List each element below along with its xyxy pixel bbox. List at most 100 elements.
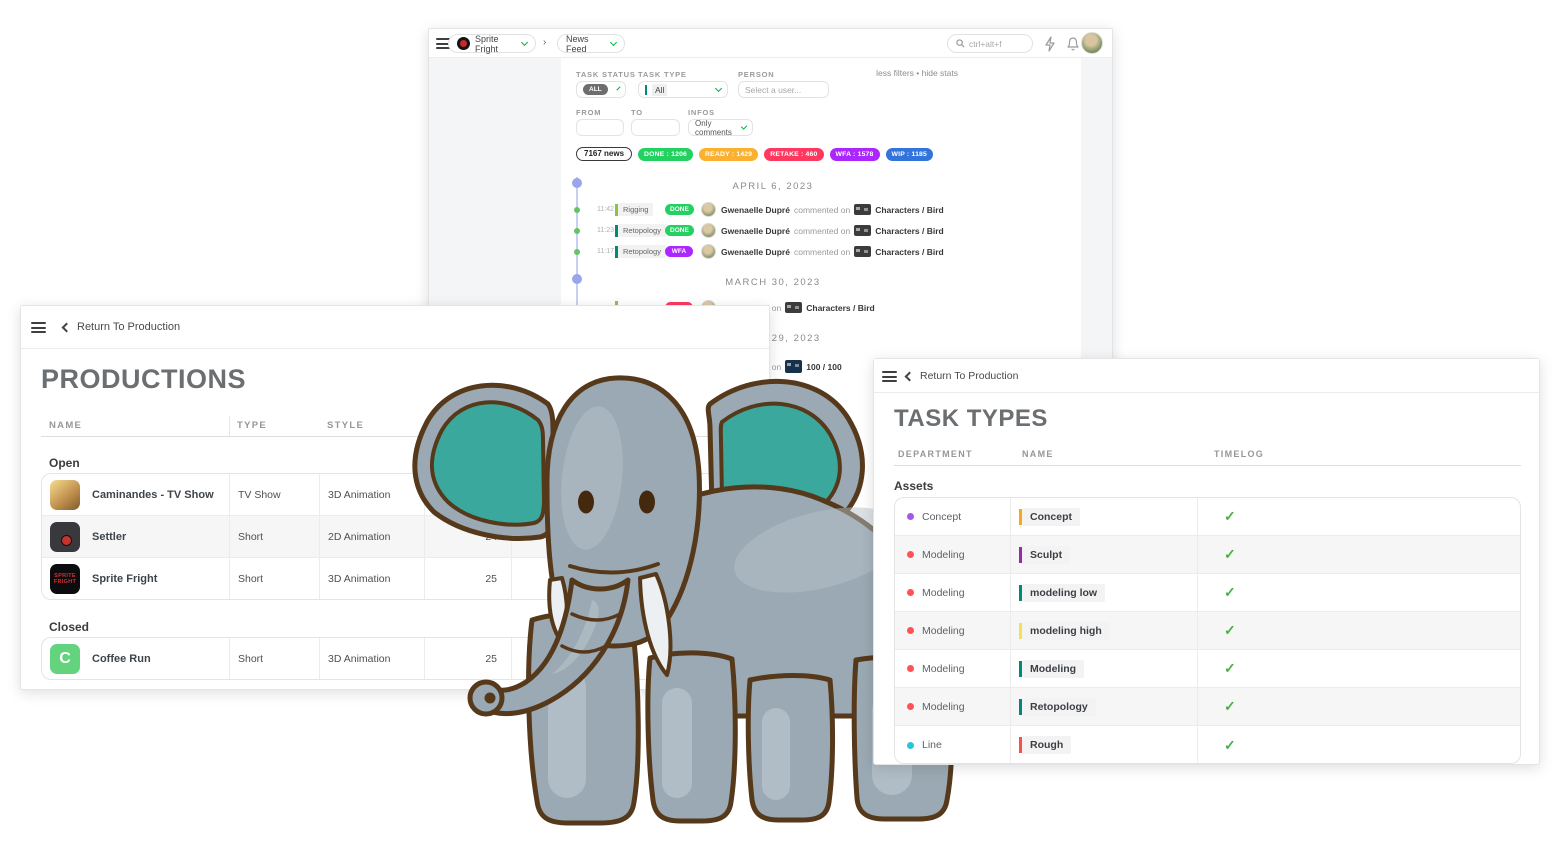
- back-link[interactable]: Return To Production: [906, 370, 1018, 382]
- section-select[interactable]: News Feed: [557, 34, 625, 53]
- status-pill: DONE: [665, 225, 694, 236]
- infos-select[interactable]: Only comments: [688, 119, 753, 136]
- production-name[interactable]: Caminandes - TV Show: [92, 489, 214, 501]
- column-header-department: DEPARTMENT: [898, 449, 973, 459]
- entity-thumbnail: [854, 246, 871, 257]
- bell-icon[interactable]: [1065, 36, 1081, 52]
- task-type-name[interactable]: modeling low: [1022, 584, 1105, 602]
- avatar: [701, 202, 716, 217]
- chevron-down-icon: [715, 84, 722, 91]
- timeline-date-dot: [572, 274, 582, 284]
- avatar: [701, 244, 716, 259]
- status-badge[interactable]: WIP : 1185: [886, 148, 934, 161]
- timelog-check-icon: ✓: [1206, 508, 1236, 525]
- feed-entry[interactable]: 11:23 Retopology DONE Gwenaelle Duprécom…: [561, 221, 1081, 241]
- department-dot: [907, 665, 914, 672]
- timelog-check-icon: ✓: [1206, 698, 1236, 715]
- production-type: Short: [230, 638, 320, 680]
- news-topbar: Sprite Fright › News Feed ctrl+alt+f: [429, 29, 1112, 58]
- table-row[interactable]: Modeling Sculpt ✓: [895, 536, 1520, 574]
- production-type: TV Show: [230, 474, 320, 515]
- task-type-chip: Retopology: [615, 245, 666, 258]
- department-name: Modeling: [922, 549, 965, 561]
- to-date-input[interactable]: [631, 119, 680, 136]
- task-type-name[interactable]: Rough: [1022, 736, 1071, 754]
- column-header-timelog: TIMELOG: [1214, 449, 1264, 459]
- timelog-check-icon: ✓: [1206, 737, 1236, 754]
- task-status-label: TASK STATUS: [576, 70, 636, 79]
- production-select-value: Sprite Fright: [475, 34, 517, 54]
- entry-target: Characters / Bird: [875, 226, 944, 236]
- production-thumbnail: [50, 522, 80, 552]
- filter-links[interactable]: less filters • hide stats: [876, 68, 958, 78]
- entity-thumbnail: [854, 225, 871, 236]
- department-dot: [907, 627, 914, 634]
- chevron-down-icon: [610, 38, 617, 45]
- table-row[interactable]: Modeling Modeling ✓: [895, 650, 1520, 688]
- total-news-pill[interactable]: 7167 news: [576, 147, 632, 161]
- entry-time: 11:23: [597, 227, 615, 234]
- task-type-name[interactable]: Concept: [1022, 508, 1080, 526]
- feed-date: MARCH 30, 2023: [693, 277, 853, 288]
- stats-row: 7167 news DONE : 1206 READY : 1429 RETAK…: [576, 147, 933, 161]
- production-type: Short: [230, 558, 320, 600]
- production-name[interactable]: Sprite Fright: [92, 573, 157, 585]
- zap-icon[interactable]: [1042, 36, 1058, 52]
- entity-thumbnail: [854, 204, 871, 215]
- task-type-name[interactable]: Sculpt: [1022, 546, 1070, 564]
- entry-user: Gwenaelle Dupré: [721, 226, 790, 236]
- entry-time: 11:17: [597, 248, 615, 255]
- task-type-name[interactable]: Retopology: [1022, 698, 1096, 716]
- table-row[interactable]: Modeling modeling low ✓: [895, 574, 1520, 612]
- menu-icon[interactable]: [31, 322, 46, 333]
- chevron-left-icon: [62, 322, 72, 332]
- task-status-select[interactable]: ALL: [576, 81, 626, 98]
- search-input[interactable]: ctrl+alt+f: [947, 34, 1033, 53]
- entry-action: commented on: [794, 247, 850, 257]
- feed-entry[interactable]: 11:17 Retopology WFA Gwenaelle Duprécomm…: [561, 242, 1081, 262]
- task-type-color-bar: [645, 85, 647, 95]
- production-select[interactable]: Sprite Fright: [448, 34, 536, 53]
- entry-action: commented on: [794, 205, 850, 215]
- table-row[interactable]: Line Rough ✓: [895, 726, 1520, 764]
- department-dot: [907, 551, 914, 558]
- from-date-input[interactable]: [576, 119, 624, 136]
- timeline-date-dot: [572, 178, 582, 188]
- production-thumbnail: [50, 480, 80, 510]
- back-link[interactable]: Return To Production: [63, 321, 180, 333]
- person-label: PERSON: [738, 70, 774, 79]
- status-badge[interactable]: RETAKE : 460: [764, 148, 823, 161]
- menu-icon[interactable]: [882, 371, 897, 382]
- task-type-name[interactable]: Modeling: [1022, 660, 1084, 678]
- search-placeholder: ctrl+alt+f: [969, 39, 1002, 49]
- from-label: FROM: [576, 108, 601, 117]
- task-type-select[interactable]: All: [638, 81, 728, 98]
- status-badge[interactable]: DONE : 1206: [638, 148, 693, 161]
- section-label-open: Open: [49, 456, 80, 470]
- status-badge[interactable]: WFA : 1578: [830, 148, 880, 161]
- department-name: Modeling: [922, 701, 965, 713]
- column-header-name: NAME: [1022, 449, 1054, 459]
- back-link-label: Return To Production: [77, 321, 180, 333]
- table-row[interactable]: Modeling modeling high ✓: [895, 612, 1520, 650]
- production-logo-icon: [457, 37, 470, 50]
- person-placeholder: Select a user...: [745, 85, 801, 95]
- task-type-chip: Retopology: [615, 224, 666, 237]
- header-divider: [894, 465, 1521, 466]
- table-row[interactable]: Modeling Retopology ✓: [895, 688, 1520, 726]
- production-thumbnail: SPRITEFRIGHT: [50, 564, 80, 594]
- status-badge[interactable]: READY : 1429: [699, 148, 758, 161]
- entry-time: 11:42: [597, 206, 615, 213]
- task-type-name[interactable]: modeling high: [1022, 622, 1110, 640]
- person-input[interactable]: Select a user...: [738, 81, 829, 98]
- timelog-check-icon: ✓: [1206, 622, 1236, 639]
- department-dot: [907, 742, 914, 749]
- task-status-value: ALL: [583, 84, 608, 95]
- production-name[interactable]: Coffee Run: [92, 653, 151, 665]
- feed-entry[interactable]: 11:42 Rigging DONE Gwenaelle Duprécommen…: [561, 200, 1081, 220]
- entry-dot: [574, 249, 580, 255]
- table-row[interactable]: Concept Concept ✓: [895, 498, 1520, 536]
- user-avatar[interactable]: [1081, 32, 1103, 54]
- production-name[interactable]: Settler: [92, 531, 126, 543]
- to-label: TO: [631, 108, 643, 117]
